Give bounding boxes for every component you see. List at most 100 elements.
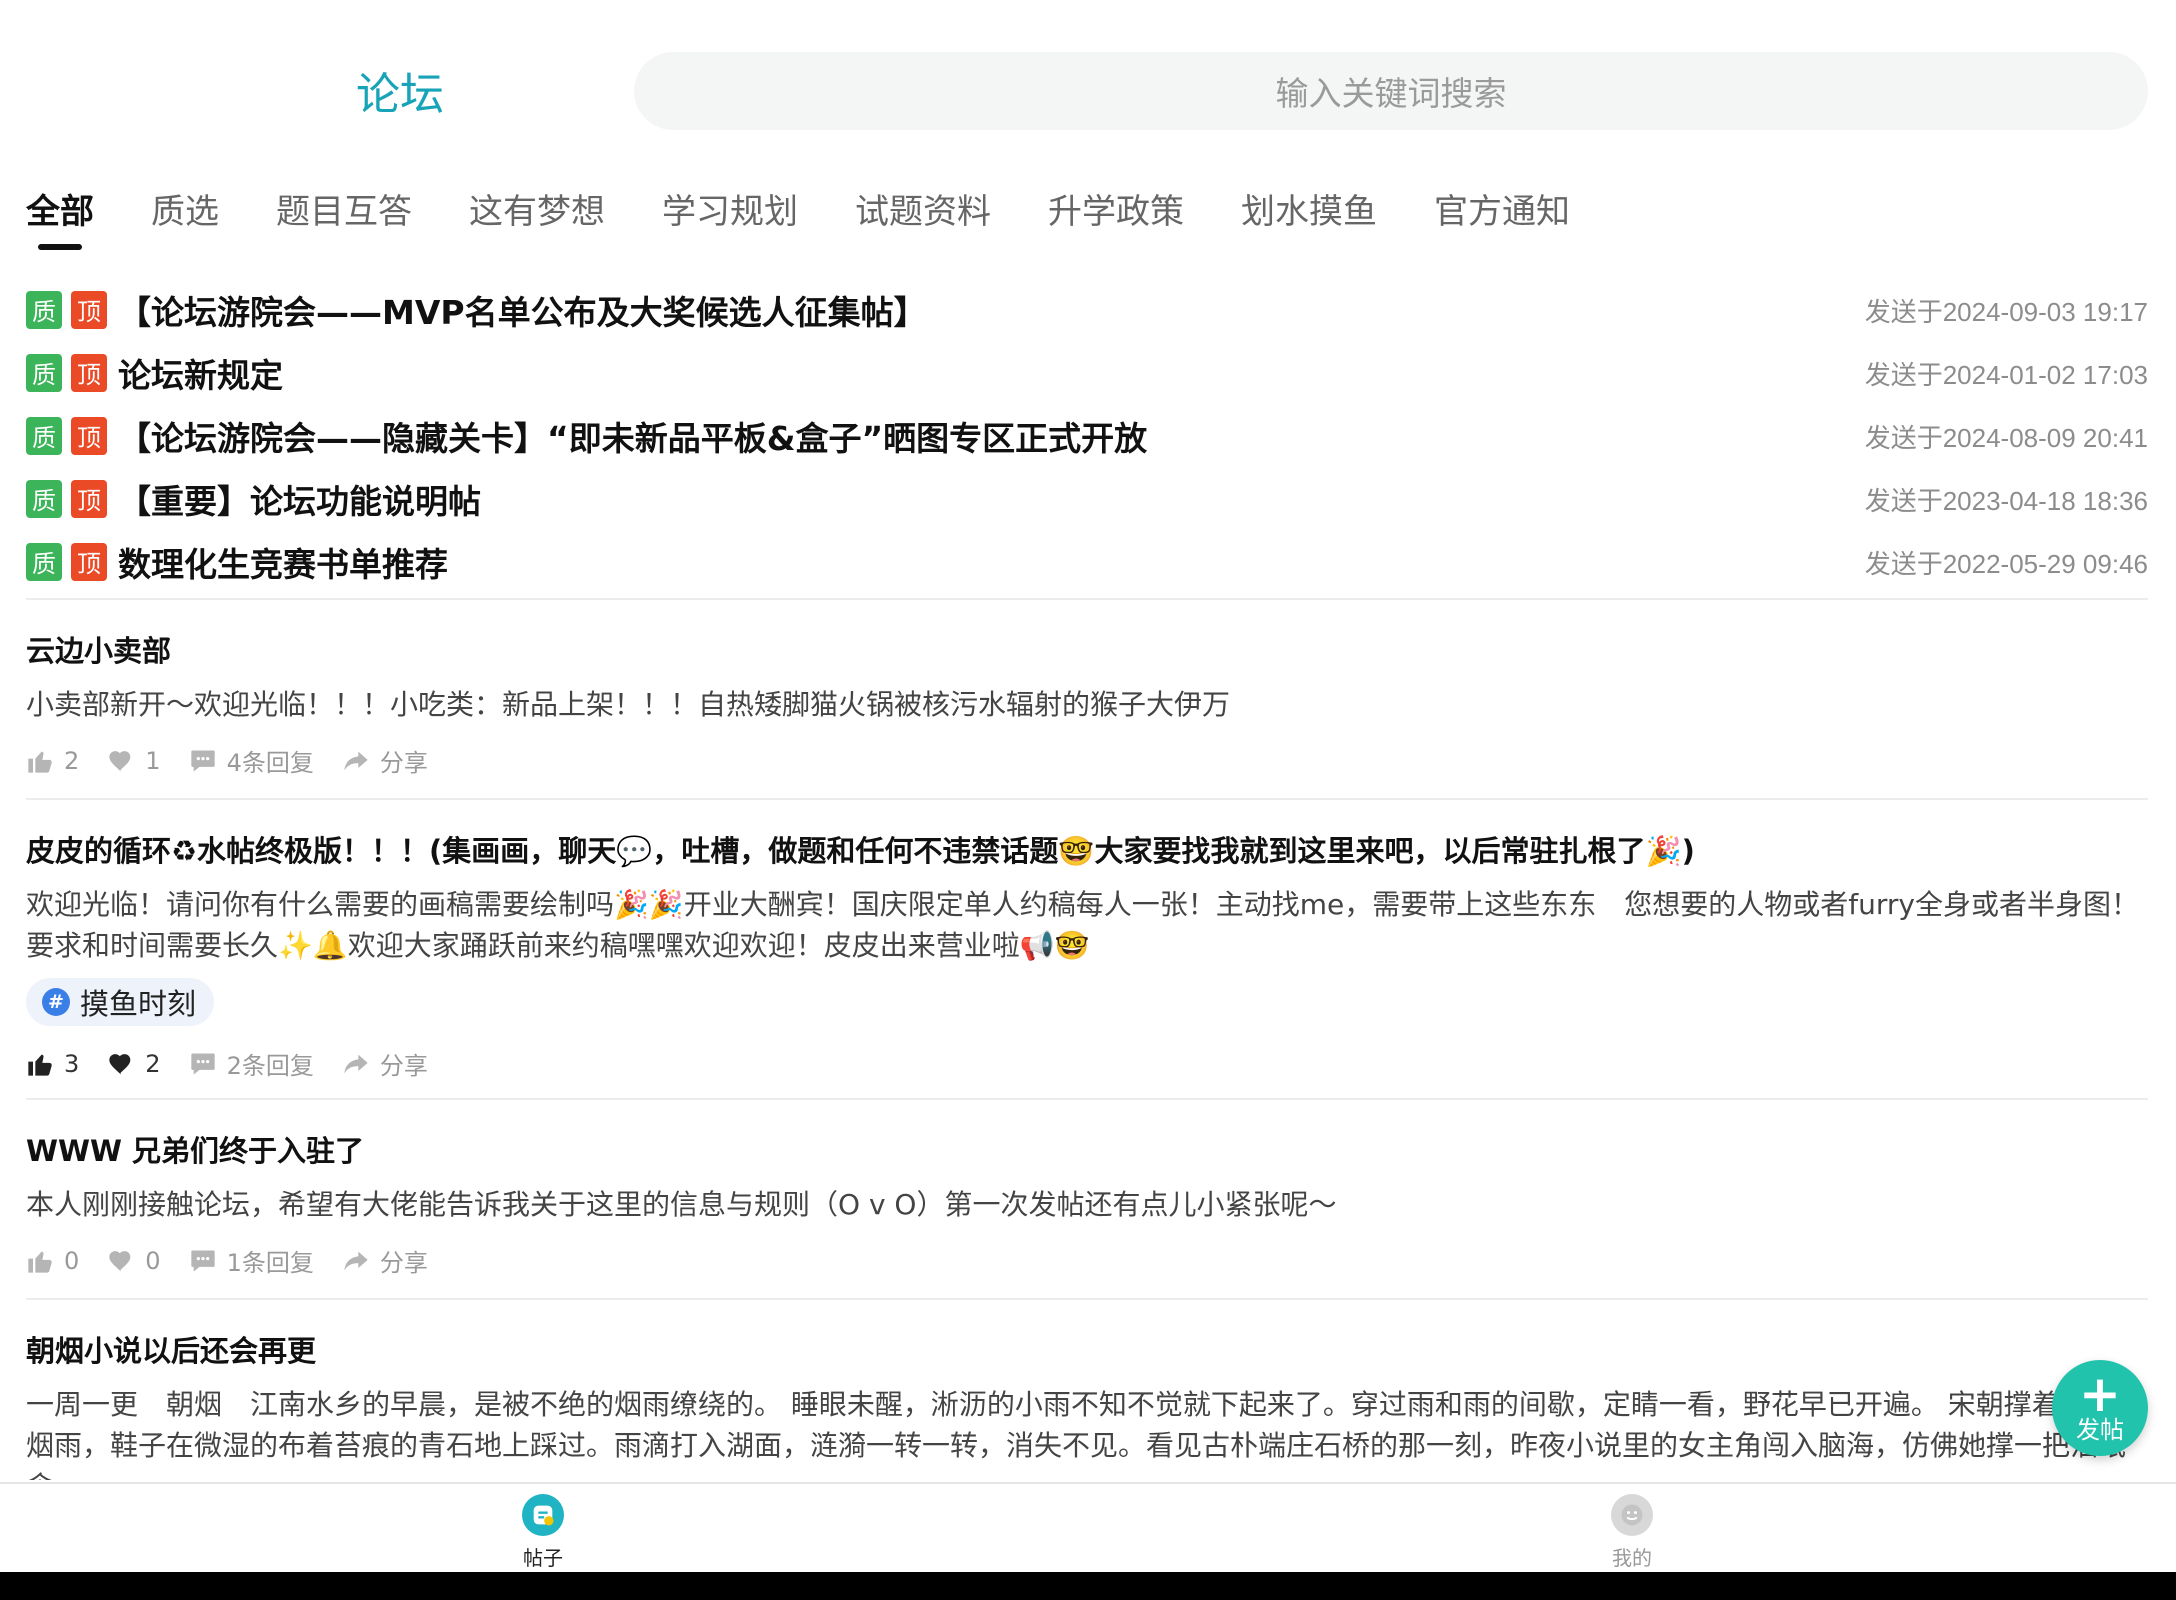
thumbs-up-icon bbox=[28, 1251, 52, 1273]
pinned-post[interactable]: 质 顶 论坛新规定 发送于2024-01-02 17:03 bbox=[26, 341, 2148, 404]
post-title: 皮皮的循环♻水帖终极版！！！(集画画，聊天💬，吐槽，做题和任何不违禁话题🤓大家要… bbox=[26, 834, 1695, 868]
post-actions: 3 2 2条回复 分享 bbox=[26, 1046, 2148, 1081]
favorite-count: 0 bbox=[145, 1246, 161, 1275]
reply-count: 2条回复 bbox=[226, 1052, 314, 1080]
like-count: 3 bbox=[64, 1049, 80, 1078]
divider bbox=[26, 1098, 2148, 1100]
share-label: 分享 bbox=[379, 749, 428, 777]
tab-slacking[interactable]: 划水摸鱼 bbox=[1241, 180, 1377, 254]
tab-study-plan[interactable]: 学习规划 bbox=[662, 180, 798, 254]
thumbs-up-icon bbox=[28, 1054, 52, 1076]
pinned-post-time: 发送于2024-09-03 19:17 bbox=[1864, 297, 2148, 327]
post-card[interactable]: 皮皮的循环♻水帖终极版！！！(集画画，聊天💬，吐槽，做题和任何不违禁话题🤓大家要… bbox=[26, 828, 2148, 1081]
heart-icon bbox=[109, 1250, 131, 1271]
plus-icon: + bbox=[2079, 1365, 2121, 1423]
share-button[interactable]: 分享 bbox=[342, 1243, 428, 1278]
tab-all[interactable]: 全部 bbox=[26, 180, 94, 254]
post-title: 云边小卖部 bbox=[26, 634, 172, 668]
topic-tag-label: 摸鱼时刻 bbox=[80, 987, 197, 1021]
heart-icon bbox=[109, 750, 131, 771]
heart-icon bbox=[109, 1053, 131, 1074]
post-body: 一周一更 朝烟 江南水乡的早晨，是被不绝的烟雨缭绕的。 睡眼未醒，淅沥的小雨不知… bbox=[26, 1388, 2144, 1480]
favorite-button[interactable]: 2 bbox=[107, 1049, 161, 1078]
share-button[interactable]: 分享 bbox=[342, 743, 428, 778]
post-title: 朝烟小说以后还会再更 bbox=[26, 1334, 317, 1368]
pinned-post[interactable]: 质 顶 【论坛游院会——隐藏关卡】“即未新品平板&盒子”晒图专区正式开放 发送于… bbox=[26, 404, 2148, 467]
new-post-button[interactable]: + 发帖 bbox=[2052, 1360, 2148, 1456]
nav-mine-label: 我的 bbox=[1612, 1546, 1652, 1570]
pinned-post-time: 发送于2023-04-18 18:36 bbox=[1864, 486, 2148, 516]
pinned-post[interactable]: 质 顶 【重要】论坛功能说明帖 发送于2023-04-18 18:36 bbox=[26, 467, 2148, 530]
favorite-count: 2 bbox=[145, 1049, 161, 1078]
reply-button[interactable]: 4条回复 bbox=[189, 743, 314, 778]
quality-badge: 质 bbox=[26, 479, 62, 518]
favorite-button[interactable]: 0 bbox=[107, 1246, 161, 1275]
topic-tag[interactable]: # 摸鱼时刻 bbox=[26, 978, 215, 1026]
reply-button[interactable]: 1条回复 bbox=[189, 1243, 314, 1278]
post-actions: 0 0 1条回复 分享 bbox=[26, 1243, 2148, 1278]
pinned-post-title: 【重要】论坛功能说明帖 bbox=[118, 481, 481, 521]
bottom-nav: 帖子 我的 bbox=[0, 1482, 2176, 1572]
top-badge: 顶 bbox=[71, 416, 107, 455]
share-label: 分享 bbox=[379, 1052, 428, 1080]
divider bbox=[26, 798, 2148, 800]
pinned-post-title: 论坛新规定 bbox=[118, 355, 283, 395]
divider bbox=[26, 598, 2148, 600]
pinned-post-title: 【论坛游院会——隐藏关卡】“即未新品平板&盒子”晒图专区正式开放 bbox=[118, 418, 1148, 458]
like-button[interactable]: 0 bbox=[26, 1247, 79, 1275]
nav-posts[interactable]: 帖子 bbox=[483, 1494, 603, 1571]
quality-badge: 质 bbox=[26, 542, 62, 581]
quality-badge: 质 bbox=[26, 290, 62, 329]
reply-count: 4条回复 bbox=[226, 749, 314, 777]
reply-button[interactable]: 2条回复 bbox=[189, 1046, 314, 1081]
reply-count: 1条回复 bbox=[226, 1249, 314, 1277]
hashtag-icon: # bbox=[42, 988, 70, 1016]
like-button[interactable]: 2 bbox=[26, 747, 79, 775]
nav-posts-label: 帖子 bbox=[523, 1546, 563, 1570]
posts-icon bbox=[522, 1494, 564, 1536]
nav-mine[interactable]: 我的 bbox=[1572, 1494, 1692, 1571]
pinned-posts: 质 顶 【论坛游院会——MVP名单公布及大奖候选人征集帖】 发送于2024-09… bbox=[26, 278, 2148, 593]
favorite-button[interactable]: 1 bbox=[107, 746, 161, 775]
favorite-count: 1 bbox=[145, 746, 161, 775]
like-count: 0 bbox=[64, 1246, 80, 1275]
post-actions: 2 1 4条回复 分享 bbox=[26, 743, 2148, 778]
comment-icon bbox=[190, 1053, 215, 1074]
pinned-post-time: 发送于2024-01-02 17:03 bbox=[1864, 360, 2148, 390]
like-button[interactable]: 3 bbox=[26, 1050, 79, 1078]
top-badge: 顶 bbox=[71, 542, 107, 581]
share-button[interactable]: 分享 bbox=[342, 1046, 428, 1081]
tab-featured[interactable]: 质选 bbox=[151, 180, 219, 254]
post-card[interactable]: WWW 兄弟们终于入驻了 本人刚刚接触论坛，希望有大佬能告诉我关于这里的信息与规… bbox=[26, 1128, 2148, 1278]
header: 论坛 输入关键词搜索 bbox=[0, 0, 2176, 140]
pinned-post[interactable]: 质 顶 【论坛游院会——MVP名单公布及大奖候选人征集帖】 发送于2024-09… bbox=[26, 278, 2148, 341]
like-count: 2 bbox=[64, 746, 80, 775]
tab-dreams[interactable]: 这有梦想 bbox=[469, 180, 605, 254]
quality-badge: 质 bbox=[26, 353, 62, 392]
tab-official-notice[interactable]: 官方通知 bbox=[1434, 180, 1570, 254]
post-card[interactable]: 朝烟小说以后还会再更 一周一更 朝烟 江南水乡的早晨，是被不绝的烟雨缭绕的。 睡… bbox=[26, 1328, 2148, 1480]
share-icon bbox=[344, 1251, 368, 1270]
post-card[interactable]: 云边小卖部 小卖部新开～欢迎光临！！！小吃类：新品上架！！！自热矮脚猫火锅被核污… bbox=[26, 628, 2148, 778]
share-icon bbox=[344, 1054, 368, 1073]
top-badge: 顶 bbox=[71, 479, 107, 518]
thumbs-up-icon bbox=[28, 751, 52, 773]
tab-exam-materials[interactable]: 试题资料 bbox=[855, 180, 991, 254]
new-post-label: 发帖 bbox=[2076, 1416, 2124, 1444]
search-input[interactable]: 输入关键词搜索 bbox=[634, 52, 2148, 130]
share-icon bbox=[344, 751, 368, 770]
top-badge: 顶 bbox=[71, 290, 107, 329]
pinned-post[interactable]: 质 顶 数理化生竞赛书单推荐 发送于2022-05-29 09:46 bbox=[26, 530, 2148, 593]
post-body: 欢迎光临！请问你有什么需要的画稿需要绘制吗🎉🎉开业大酬宾！国庆限定单人约稿每人一… bbox=[26, 888, 2139, 962]
pinned-post-title: 数理化生竞赛书单推荐 bbox=[118, 544, 448, 584]
system-bar bbox=[0, 1572, 2176, 1600]
comment-icon bbox=[190, 750, 215, 771]
pinned-post-time: 发送于2022-05-29 09:46 bbox=[1864, 549, 2148, 579]
top-badge: 顶 bbox=[71, 353, 107, 392]
category-tabs: 全部 质选 题目互答 这有梦想 学习规划 试题资料 升学政策 划水摸鱼 官方通知 bbox=[26, 180, 1627, 254]
pinned-post-time: 发送于2024-08-09 20:41 bbox=[1864, 423, 2148, 453]
tab-qa[interactable]: 题目互答 bbox=[276, 180, 412, 254]
tab-admission-policy[interactable]: 升学政策 bbox=[1048, 180, 1184, 254]
comment-icon bbox=[190, 1250, 215, 1271]
post-body: 小卖部新开～欢迎光临！！！小吃类：新品上架！！！自热矮脚猫火锅被核污水辐射的猴子… bbox=[26, 688, 1231, 721]
